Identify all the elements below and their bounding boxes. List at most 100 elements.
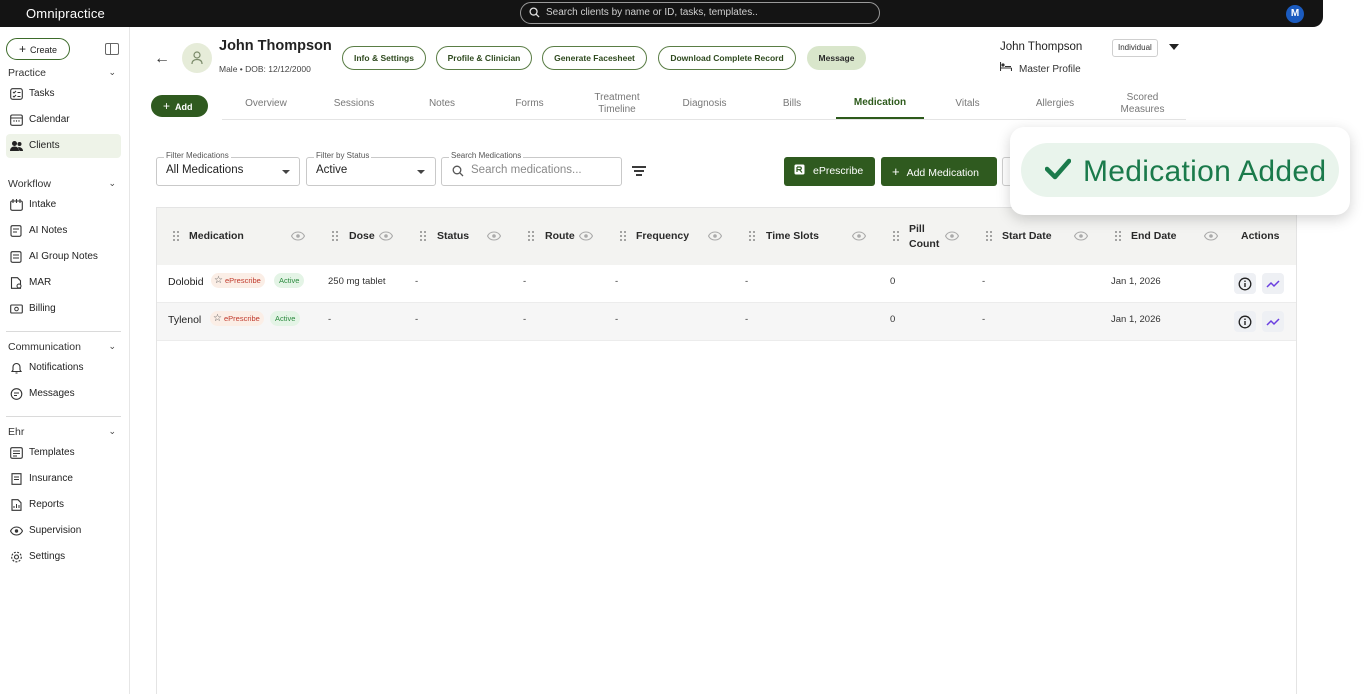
column-header-end-date[interactable]: End Date xyxy=(1131,208,1177,265)
table-row[interactable]: Tylenol ☆ ePrescribe Active - - - - - 0 -… xyxy=(157,303,1296,341)
eprescribe-tag: ☆ ePrescribe xyxy=(210,311,264,326)
top-bar: Omnipractice Search clients by name or I… xyxy=(0,0,1323,27)
route-cell: - xyxy=(523,276,527,287)
person-icon xyxy=(191,51,203,65)
calendar-icon xyxy=(10,114,23,126)
column-header-pill-count[interactable]: Pill Count xyxy=(909,208,949,265)
profile-dropdown-caret[interactable] xyxy=(1169,44,1179,50)
eye-icon[interactable] xyxy=(291,231,305,241)
eprescribe-button[interactable]: ePrescribe xyxy=(784,157,875,186)
tab-notes[interactable]: Notes xyxy=(398,88,486,119)
global-search-input[interactable]: Search clients by name or ID, tasks, tem… xyxy=(520,2,880,24)
app-logo[interactable]: Omnipractice xyxy=(26,6,105,21)
sidebar-item-billing[interactable]: Billing xyxy=(6,297,121,321)
info-button[interactable] xyxy=(1234,273,1256,294)
table-row[interactable]: Dolobid ☆ ePrescribe Active 250 mg tablet… xyxy=(157,265,1296,303)
section-practice[interactable]: Practice ⌄ xyxy=(8,67,120,79)
sidebar-item-templates[interactable]: Templates xyxy=(6,441,121,465)
tab-allergies[interactable]: Allergies xyxy=(1011,88,1099,119)
message-button[interactable]: Message xyxy=(807,46,866,70)
tab-vitals[interactable]: Vitals xyxy=(924,88,1011,119)
eye-icon[interactable] xyxy=(852,231,866,241)
column-header-frequency[interactable]: Frequency xyxy=(636,208,689,265)
checkmark-icon xyxy=(1045,158,1071,180)
section-communication[interactable]: Communication ⌄ xyxy=(8,341,120,353)
sidebar-item-reports[interactable]: Reports xyxy=(6,493,121,517)
profile-type-badge: Individual xyxy=(1112,39,1158,57)
drag-handle-icon[interactable] xyxy=(420,231,426,242)
eye-icon[interactable] xyxy=(708,231,722,241)
download-record-button[interactable]: Download Complete Record xyxy=(658,46,796,70)
back-arrow-icon[interactable]: ← xyxy=(154,50,170,68)
sidebar-item-messages[interactable]: Messages xyxy=(6,382,121,406)
section-title: Workflow xyxy=(8,178,51,190)
drag-handle-icon[interactable] xyxy=(1115,231,1121,242)
column-header-time-slots[interactable]: Time Slots xyxy=(766,208,819,265)
eye-icon[interactable] xyxy=(1204,231,1218,241)
eye-icon[interactable] xyxy=(945,231,959,241)
sidebar-item-mar[interactable]: MAR xyxy=(6,271,121,295)
create-button[interactable]: + Create xyxy=(6,38,70,60)
tab-scored-measures[interactable]: Scored Measures xyxy=(1099,88,1186,119)
column-header-medication[interactable]: Medication xyxy=(189,208,244,265)
filter-list-icon[interactable] xyxy=(632,166,646,178)
sidebar-item-settings[interactable]: Settings xyxy=(6,545,121,569)
tab-treatment-timeline[interactable]: Treatment Timeline xyxy=(573,88,661,119)
drag-handle-icon[interactable] xyxy=(528,231,534,242)
add-medication-button[interactable]: + Add Medication xyxy=(881,157,997,186)
star-icon[interactable]: ☆ xyxy=(213,311,222,326)
section-ehr[interactable]: Ehr ⌄ xyxy=(8,426,120,438)
sidebar-item-tasks[interactable]: Tasks xyxy=(6,82,121,106)
intake-icon xyxy=(10,199,23,211)
add-button[interactable]: + Add xyxy=(151,95,208,117)
tab-forms[interactable]: Forms xyxy=(486,88,573,119)
column-header-route[interactable]: Route xyxy=(545,208,575,265)
sidebar-item-intake[interactable]: Intake xyxy=(6,193,121,217)
user-avatar[interactable]: M xyxy=(1286,5,1304,23)
info-button[interactable] xyxy=(1234,311,1256,332)
star-icon[interactable]: ☆ xyxy=(214,273,223,288)
drag-handle-icon[interactable] xyxy=(620,231,626,242)
tab-medication[interactable]: Medication xyxy=(836,88,924,119)
column-header-start-date[interactable]: Start Date xyxy=(1002,208,1052,265)
drag-handle-icon[interactable] xyxy=(893,231,899,242)
column-header-dose[interactable]: Dose xyxy=(349,208,375,265)
drag-handle-icon[interactable] xyxy=(986,231,992,242)
start-date-cell: - xyxy=(982,314,986,325)
tab-bills[interactable]: Bills xyxy=(748,88,836,119)
sidebar-item-insurance[interactable]: Insurance xyxy=(6,467,121,491)
tab-overview[interactable]: Overview xyxy=(222,88,310,119)
sidebar-item-clients[interactable]: Clients xyxy=(6,134,121,158)
eye-icon[interactable] xyxy=(579,231,593,241)
collapse-sidebar-icon[interactable] xyxy=(105,43,119,55)
section-workflow[interactable]: Workflow ⌄ xyxy=(8,178,120,190)
eye-icon[interactable] xyxy=(487,231,501,241)
search-icon xyxy=(529,7,540,18)
drag-handle-icon[interactable] xyxy=(332,231,338,242)
drag-handle-icon[interactable] xyxy=(173,231,179,242)
info-settings-button[interactable]: Info & Settings xyxy=(342,46,426,70)
status-badge: Active xyxy=(270,311,301,326)
sidebar-item-notifications[interactable]: Notifications xyxy=(6,356,121,380)
tab-diagnosis[interactable]: Diagnosis xyxy=(661,88,748,119)
sidebar-item-ai-group-notes[interactable]: AI Group Notes xyxy=(6,245,121,269)
sidebar-item-supervision[interactable]: Supervision xyxy=(6,519,121,543)
trend-button[interactable] xyxy=(1262,311,1284,332)
trend-button[interactable] xyxy=(1262,273,1284,294)
profile-switch-name[interactable]: John Thompson xyxy=(1000,41,1082,53)
sidebar-item-ai-notes[interactable]: AI Notes xyxy=(6,219,121,243)
sidebar-item-calendar[interactable]: Calendar xyxy=(6,108,121,132)
tab-sessions[interactable]: Sessions xyxy=(310,88,398,119)
route-cell: - xyxy=(523,314,527,325)
eye-icon[interactable] xyxy=(379,231,393,241)
plus-icon: + xyxy=(163,99,171,113)
profile-clinician-button[interactable]: Profile & Clinician xyxy=(436,46,532,70)
drag-handle-icon[interactable] xyxy=(749,231,755,242)
eye-icon[interactable] xyxy=(1074,231,1088,241)
generate-facesheet-button[interactable]: Generate Facesheet xyxy=(542,46,647,70)
master-profile[interactable]: Master Profile xyxy=(999,62,1081,75)
search-medications-label: Search Medications xyxy=(449,151,524,160)
caret-down-icon xyxy=(417,170,425,174)
column-header-status[interactable]: Status xyxy=(437,208,469,265)
filter-status-value: Active xyxy=(316,164,348,176)
